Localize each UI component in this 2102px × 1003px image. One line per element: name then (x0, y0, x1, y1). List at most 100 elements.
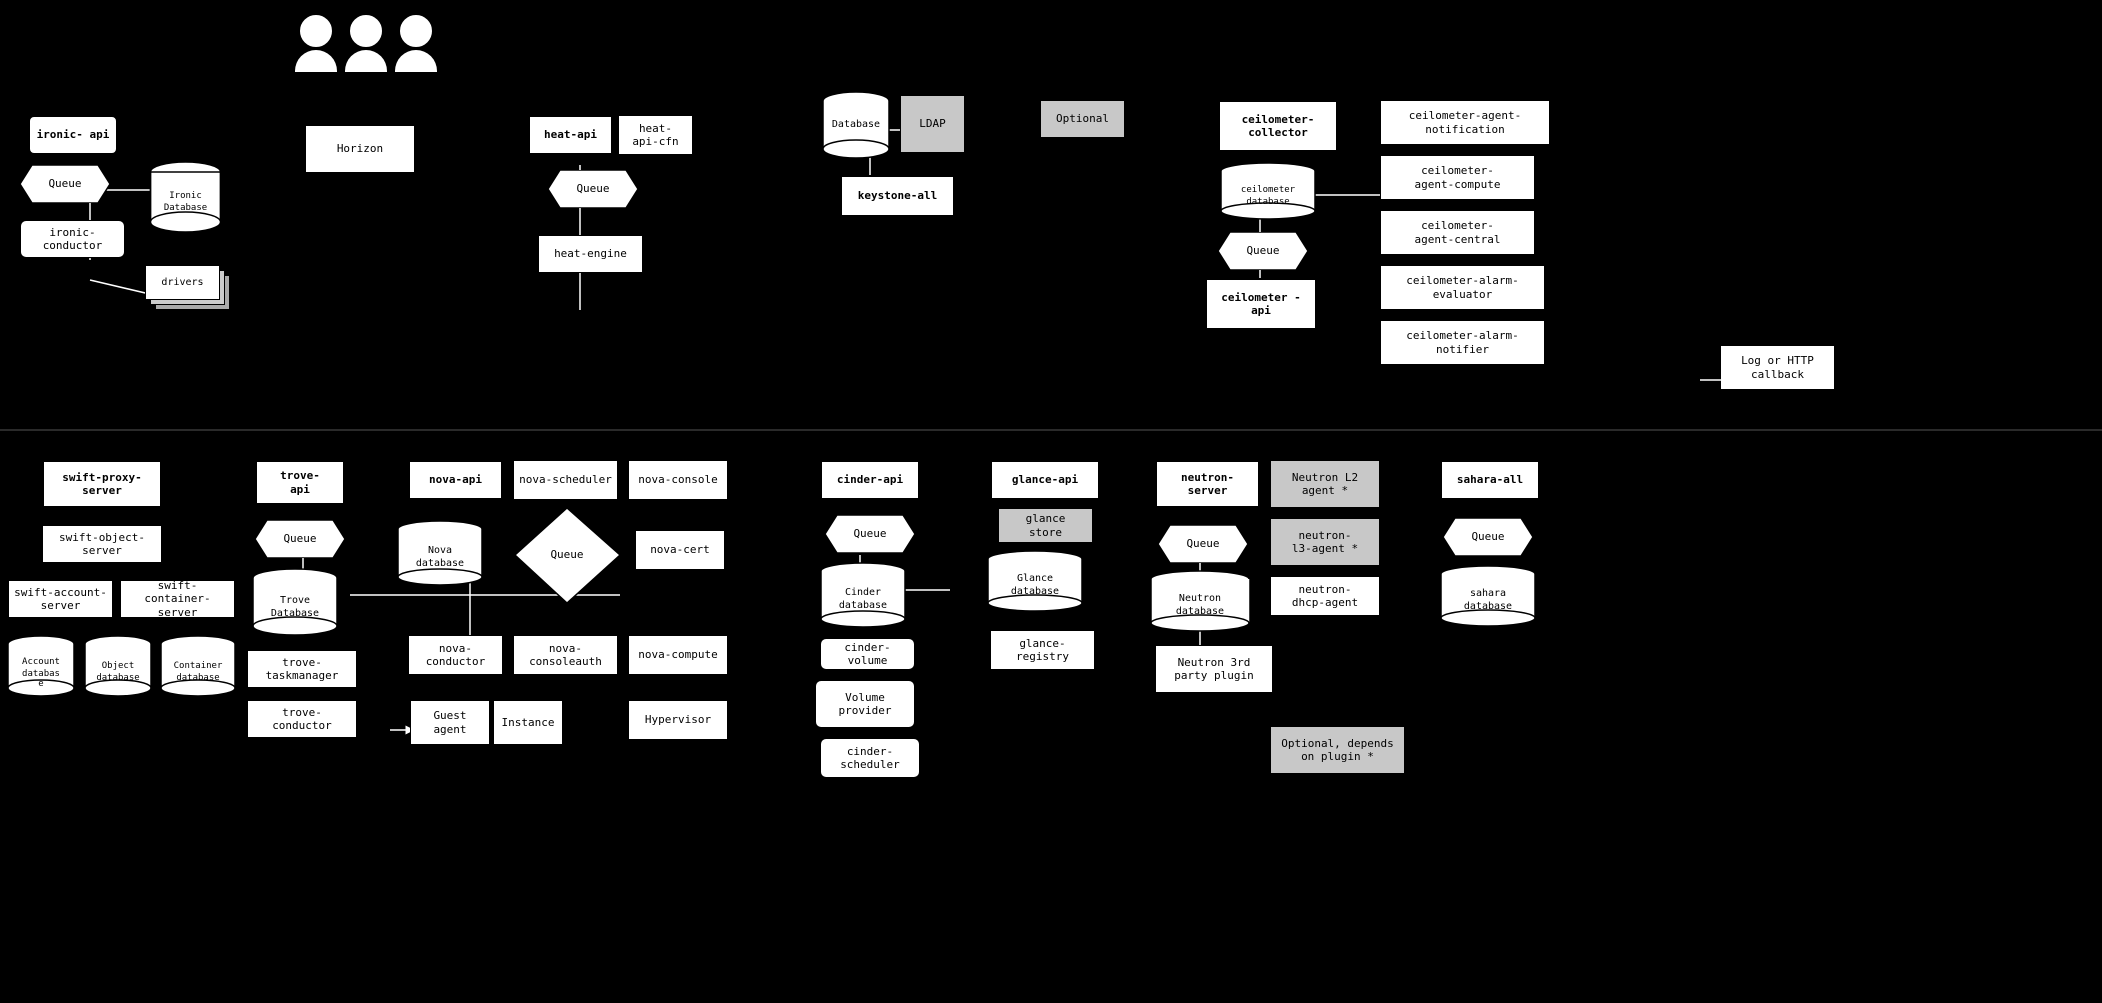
svg-text:Queue: Queue (1186, 537, 1219, 550)
drivers-stack: drivers (145, 265, 230, 315)
horizon-box: Horizon (305, 125, 415, 173)
nova-api-label: nova-api (429, 473, 482, 486)
drivers-label: drivers (161, 277, 203, 288)
queue-nova-diamond: Queue (515, 508, 620, 603)
person-1 (295, 15, 337, 72)
object-db-cylinder: Object database (82, 635, 154, 703)
svg-text:Queue: Queue (550, 548, 583, 561)
svg-text:Queue: Queue (1246, 244, 1279, 257)
nova-consoleauth-box: nova-consoleauth (513, 635, 618, 675)
glance-db-cylinder: Glance database (985, 550, 1085, 618)
users-group (295, 15, 437, 72)
neutron-l2-agent-box: Neutron L2agent * (1270, 460, 1380, 508)
sahara-all-label: sahara-all (1457, 473, 1523, 486)
cinder-scheduler-label: cinder-scheduler (840, 745, 900, 771)
svg-text:Queue: Queue (1471, 530, 1504, 543)
svg-text:database: database (839, 600, 887, 611)
svg-text:Container: Container (174, 661, 223, 671)
ironic-conductor-box: ironic- conductor (20, 220, 125, 258)
volume-provider-label: Volumeprovider (839, 691, 892, 717)
queue-trove: Queue (255, 520, 345, 558)
svg-text:database: database (1464, 601, 1512, 612)
sahara-all-box: sahara-all (1440, 460, 1540, 500)
swift-account-server-label: swift-account-server (14, 586, 107, 612)
trove-api-label: trove-api (280, 469, 320, 495)
ceilometer-db-cylinder: ceilometer database (1218, 162, 1318, 225)
ceilometer-api-label: ceilometer -api (1212, 291, 1310, 317)
nova-compute-box: nova-compute (628, 635, 728, 675)
ceilometer-api-box: ceilometer -api (1205, 278, 1317, 330)
ceilometer-agent-compute-label: ceilometer-agent-compute (1414, 164, 1500, 190)
svg-text:Database: Database (271, 608, 319, 619)
glance-api-box: glance-api (990, 460, 1100, 500)
neutron-l2-agent-label: Neutron L2agent * (1292, 471, 1358, 497)
cinder-api-box: cinder-api (820, 460, 920, 500)
trove-conductor-label: trove-conductor (272, 706, 332, 732)
svg-text:e: e (38, 679, 43, 689)
queue-cinder: Queue (825, 515, 915, 553)
svg-text:database: database (416, 558, 464, 569)
keystone-db-cylinder: Database (820, 90, 892, 165)
heat-api-box: heat-api (528, 115, 613, 155)
nova-compute-label: nova-compute (638, 648, 717, 661)
ceilometer-alarm-notifier-box: ceilometer-alarm-notifier (1380, 320, 1545, 365)
ldap-box: LDAP (900, 95, 965, 153)
svg-text:Cinder: Cinder (845, 587, 881, 598)
instance-box: Instance (493, 700, 563, 745)
log-callback-label: Log or HTTPcallback (1741, 354, 1814, 380)
optional-box: Optional (1040, 100, 1125, 138)
cinder-volume-label: cinder-volume (826, 641, 909, 667)
glance-api-label: glance-api (1012, 473, 1078, 486)
trove-api-box: trove-api (255, 460, 345, 505)
heat-api-cfn-box: heat- api-cfn (618, 115, 693, 155)
svg-text:sahara: sahara (1470, 588, 1506, 599)
cinder-volume-box: cinder-volume (820, 638, 915, 670)
account-db-cylinder: Account databas e (5, 635, 77, 703)
queue-ironic: Queue (20, 165, 110, 203)
svg-text:Database: Database (832, 119, 880, 130)
ironic-api-box: ironic- api (28, 115, 118, 155)
ceilometer-alarm-evaluator-label: ceilometer-alarm-evaluator (1406, 274, 1519, 300)
neutron-db-cylinder: Neutron database (1148, 570, 1253, 638)
hypervisor-box: Hypervisor (628, 700, 728, 740)
optional-label: Optional (1056, 112, 1109, 125)
person-3 (395, 15, 437, 72)
neutron-l3-agent-box: neutron-l3-agent * (1270, 518, 1380, 566)
svg-text:Database: Database (164, 203, 207, 213)
guest-agent-box: Guestagent (410, 700, 490, 745)
svg-text:Queue: Queue (853, 527, 886, 540)
svg-text:Account: Account (22, 657, 60, 667)
cinder-db-cylinder: Cinder database (818, 562, 908, 633)
heat-engine-label: heat-engine (554, 247, 627, 260)
queue-ceilometer: Queue (1218, 232, 1308, 270)
optional-neutron-label: Optional, dependson plugin * (1281, 737, 1394, 763)
cinder-scheduler-box: cinder-scheduler (820, 738, 920, 778)
container-db-cylinder: Container database (158, 635, 238, 703)
nova-api-box: nova-api (408, 460, 503, 500)
neutron-server-box: neutron-server (1155, 460, 1260, 508)
swift-proxy-server-label: swift-proxy-server (62, 471, 141, 497)
trove-taskmanager-label: trove-taskmanager (266, 656, 339, 682)
glance-store-box: glancestore (998, 508, 1093, 543)
queue-neutron: Queue (1158, 525, 1248, 563)
optional-neutron-box: Optional, dependson plugin * (1270, 726, 1405, 774)
ceilometer-collector-label: ceilometer- collector (1225, 113, 1331, 139)
svg-text:ceilometer: ceilometer (1241, 185, 1296, 195)
svg-text:database: database (1176, 606, 1224, 617)
ceilometer-agent-central-box: ceilometer-agent-central (1380, 210, 1535, 255)
keystone-all-box: keystone-all (840, 175, 955, 217)
heat-api-label: heat-api (544, 128, 597, 141)
ceilometer-agent-compute-box: ceilometer-agent-compute (1380, 155, 1535, 200)
svg-text:database: database (1246, 197, 1289, 207)
neutron-l3-agent-label: neutron-l3-agent * (1292, 529, 1358, 555)
svg-text:Queue: Queue (576, 182, 609, 195)
svg-text:Ironic: Ironic (169, 191, 202, 201)
ceilometer-collector-box: ceilometer- collector (1218, 100, 1338, 152)
ceilometer-agent-notification-label: ceilometer-agent-notification (1409, 109, 1522, 135)
nova-scheduler-box: nova-scheduler (513, 460, 618, 500)
swift-container-server-label: swift-container-server (126, 579, 229, 619)
nova-console-label: nova-console (638, 473, 717, 486)
nova-db-cylinder: Nova database (395, 520, 485, 591)
svg-text:Glance: Glance (1017, 573, 1053, 584)
nova-cert-box: nova-cert (635, 530, 725, 570)
